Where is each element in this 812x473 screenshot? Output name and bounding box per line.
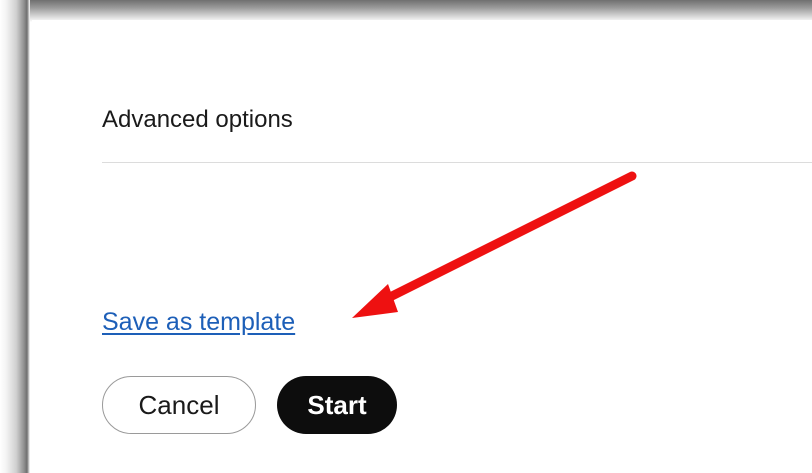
window-shadow-left [0,0,30,473]
screenshot: Advanced options Save as template Cancel… [0,0,812,473]
section-divider [102,162,812,163]
advanced-options-heading[interactable]: Advanced options [102,106,293,134]
window-shadow-top [0,0,812,22]
save-as-template-link[interactable]: Save as template [102,308,295,337]
cancel-button[interactable]: Cancel [102,376,256,434]
options-panel: Advanced options Save as template Cancel… [32,20,812,473]
start-button[interactable]: Start [277,376,397,434]
